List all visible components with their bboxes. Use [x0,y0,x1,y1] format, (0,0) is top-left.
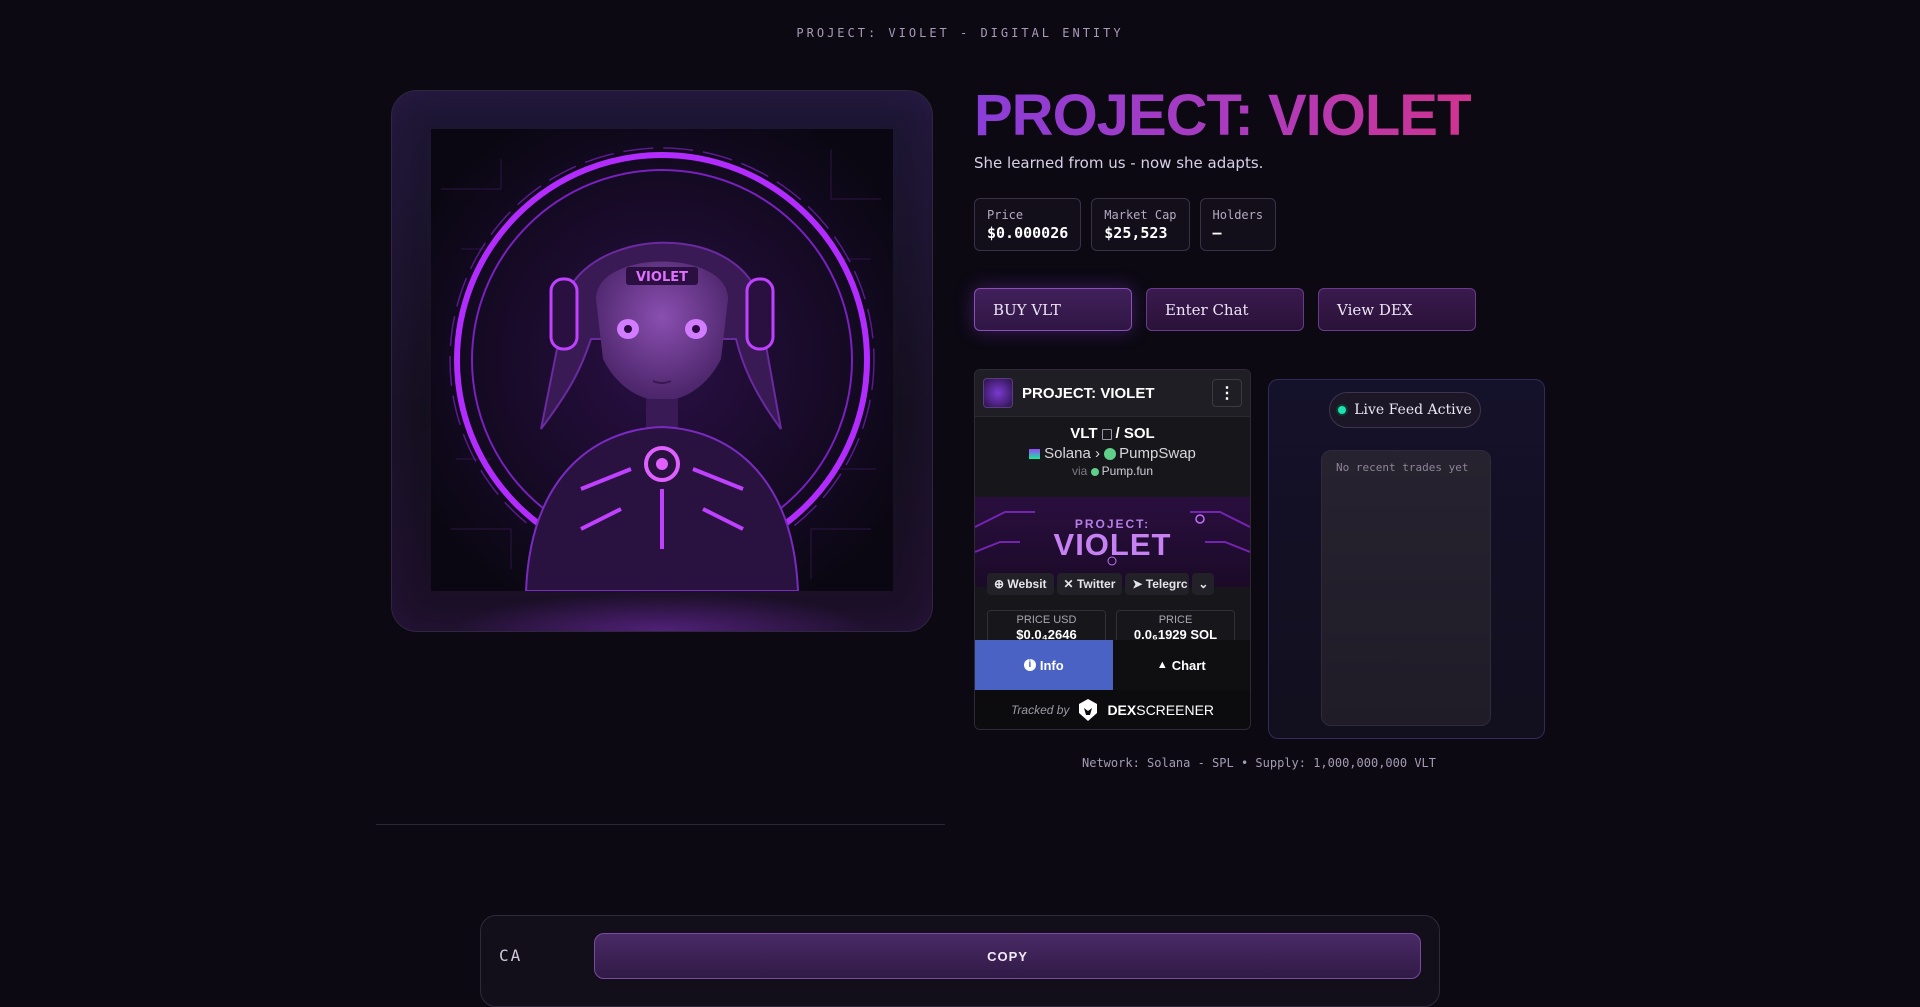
stats-row: Price $0.000026 Market Cap $25,523 Holde… [974,198,1277,251]
page-subtitle: She learned from us - now she adapts. [974,154,1264,172]
info-icon: i [1023,659,1036,671]
buy-vlt-button[interactable]: BUY VLT [974,288,1132,331]
globe-icon: ⊕ [994,577,1005,591]
stat-label: Price [987,208,1024,222]
view-dex-button[interactable]: View DEX [1318,288,1476,331]
contract-address-bar: CA COPY [480,915,1440,1007]
via-platform[interactable]: Pump.fun [1102,464,1153,478]
x-icon: ✕ [1063,577,1074,591]
chevron-down-icon[interactable]: ⌄ [1192,573,1215,595]
stat-holders: Holders — [1199,198,1277,251]
more-options-icon[interactable]: ⋮ [1212,379,1242,407]
price-sol-box: PRICE 0.0₆1929 SOL [1116,610,1235,644]
portrait-label: VIOLET [636,270,688,285]
network-info: Network: Solana - SPL • Supply: 1,000,00… [1082,756,1437,770]
dexscreener-widget: PROJECT: VIOLET ⋮ VLT / SOL Solana › Pump… [974,369,1251,730]
banner-line2: VIOLET [1053,527,1172,562]
empty-trades-message: No recent trades yet [1336,461,1469,474]
live-indicator-icon [1338,406,1347,414]
via-label: via [1071,464,1088,478]
pair-base: VLT [1070,425,1098,442]
twitter-label: Twitter [1076,577,1116,591]
telegram-label: Telegrc [1145,577,1188,591]
ca-label: CA [499,946,523,965]
action-buttons: BUY VLT Enter Chat View DEX [974,288,1476,331]
website-link[interactable]: ⊕ Websit [987,573,1054,595]
tab-info[interactable]: i Info [975,640,1113,690]
hero-image-card: VIOLET [391,90,933,632]
brand-dex: DEX [1107,701,1137,718]
pumpswap-icon [1104,448,1117,461]
solana-icon [1029,449,1041,460]
brand-screener: SCREENER [1136,701,1215,718]
pair-quote: SOL [1123,425,1155,442]
pair-separator: / [1115,425,1120,442]
stat-value: — [1212,224,1222,242]
price-sol-label: PRICE [1158,614,1193,626]
stat-market-cap: Market Cap $25,523 [1091,198,1190,251]
price-usd-label: PRICE USD [1016,614,1077,626]
chart-icon: ▲ [1156,659,1168,671]
tab-chart[interactable]: ▲ Chart [1112,640,1250,690]
pumpfun-icon [1090,467,1099,476]
copy-icon[interactable] [1101,428,1112,440]
website-label: Websit [1007,577,1047,591]
live-feed-status: Live Feed Active [1329,392,1481,428]
dexscreener-logo-icon [1079,698,1098,721]
dex-tabs: i Info ▲ Chart [975,640,1250,690]
dex-pair-info: VLT / SOL Solana › PumpSwap via Pump.fun [975,417,1250,478]
dex-name[interactable]: PumpSwap [1119,445,1196,462]
social-links: ⊕ Websit ✕ Twitter ➤ Telegrc ⌄ [987,573,1215,595]
telegram-link[interactable]: ➤ Telegrc [1125,573,1190,595]
top-label: PROJECT: VIOLET - DIGITAL ENTITY [796,26,1124,40]
tracked-by-label: Tracked by [1010,702,1070,717]
dex-token-name: PROJECT: VIOLET [1022,384,1155,402]
chevron-right-icon: › [1095,445,1100,462]
stat-value: $0.000026 [987,224,1069,242]
page-title: PROJECT: VIOLET [974,83,1472,148]
twitter-link[interactable]: ✕ Twitter [1056,573,1123,595]
stat-label: Market Cap [1104,208,1177,222]
price-boxes: PRICE USD $0.0₄2646 PRICE 0.0₆1929 SOL [987,610,1235,644]
stat-label: Holders [1212,208,1264,222]
enter-chat-button[interactable]: Enter Chat [1146,288,1304,331]
stat-value: $25,523 [1104,224,1168,242]
telegram-icon: ➤ [1132,577,1143,591]
live-feed-label: Live Feed Active [1354,402,1472,418]
section-divider [376,824,945,825]
stat-price: Price $0.000026 [974,198,1082,251]
violet-portrait-image: VIOLET [431,129,893,591]
trade-list[interactable]: No recent trades yet [1321,450,1491,726]
copy-ca-button[interactable]: COPY [594,933,1421,979]
price-usd-box: PRICE USD $0.0₄2646 [987,610,1106,644]
token-avatar [983,378,1013,408]
hero-glow [452,591,872,631]
tab-chart-label: Chart [1171,657,1206,673]
chain-name[interactable]: Solana [1044,445,1091,462]
tracked-by-footer[interactable]: Tracked by DEXSCREENER [975,690,1250,729]
tab-info-label: Info [1039,657,1064,673]
live-feed-panel: Live Feed Active No recent trades yet [1268,379,1545,739]
dex-widget-header: PROJECT: VIOLET ⋮ [975,370,1250,417]
